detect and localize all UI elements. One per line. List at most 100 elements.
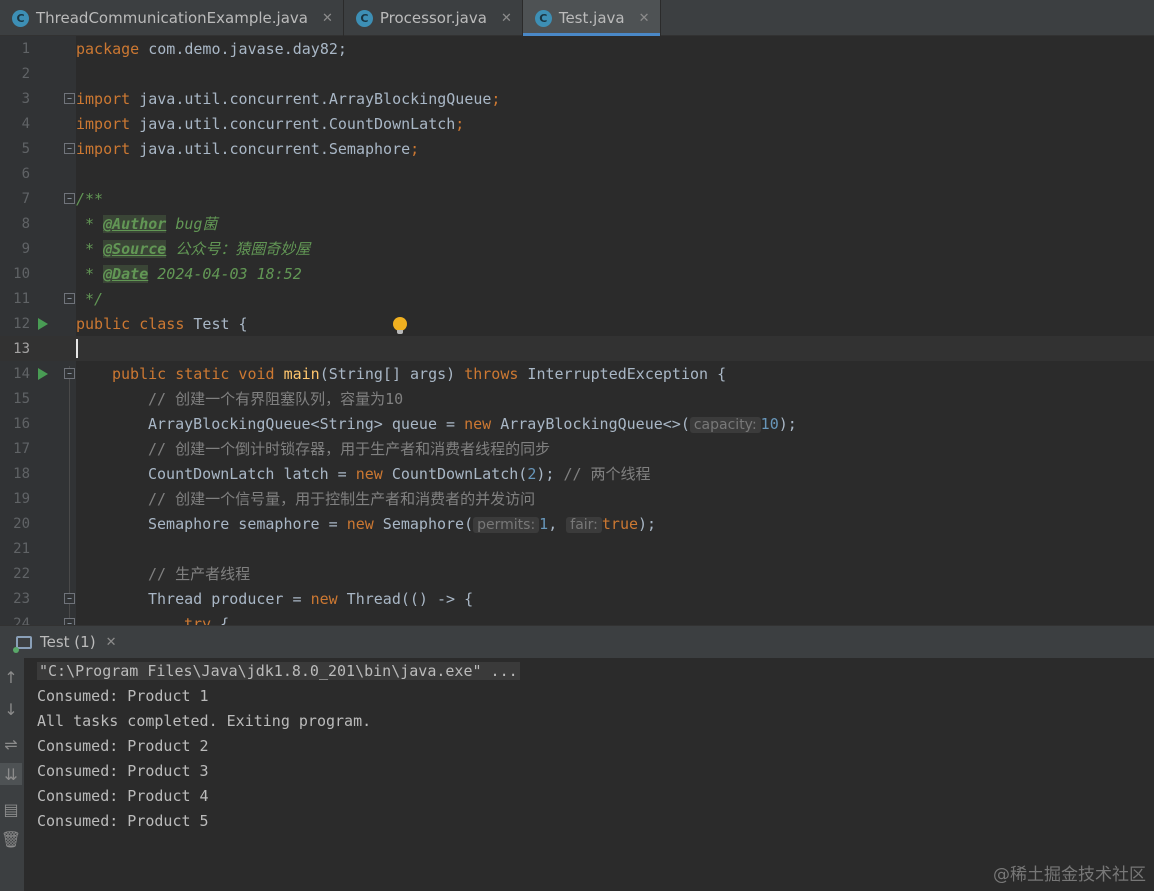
java-class-icon: C — [534, 9, 552, 27]
soft-wrap-icon[interactable]: ⇌ — [0, 733, 22, 755]
tab-threadcommunicationexample[interactable]: C ThreadCommunicationExample.java ✕ — [0, 0, 344, 36]
console-line: Consumed: Product 1 — [37, 687, 209, 705]
tab-processor[interactable]: C Processor.java ✕ — [344, 0, 523, 36]
code-text: // 创建一个信号量，用于控制生产者和消费者的并发访问 — [148, 490, 536, 508]
code-line: 11 − */ — [0, 286, 1154, 311]
line-number: 10 — [13, 265, 30, 282]
code-text: import java.util.concurrent.ArrayBlockin… — [76, 89, 501, 108]
code-text: // 生产者线程 — [148, 565, 251, 583]
trash-icon[interactable]: 🗑 — [0, 828, 22, 850]
code-line: 23 − Thread producer = new Thread(() -> … — [0, 586, 1154, 611]
scroll-to-end-icon[interactable]: ⇊ — [0, 763, 22, 785]
console-line: Consumed: Product 3 — [37, 762, 209, 780]
code-text: // 创建一个倒计时锁存器，用于生产者和消费者线程的同步 — [148, 440, 551, 458]
line-number: 20 — [13, 515, 30, 532]
close-icon[interactable]: ✕ — [322, 11, 333, 26]
run-tab-label: Test (1) — [40, 633, 96, 651]
tab-label: Processor.java — [379, 9, 487, 27]
code-line: 9 * @Source 公众号：猿圈奇妙屋 — [0, 236, 1154, 261]
fold-icon[interactable]: − — [64, 93, 75, 104]
code-text: Thread producer = new Thread(() -> { — [148, 589, 474, 608]
editor-tab-bar: C ThreadCommunicationExample.java ✕ C Pr… — [0, 0, 1154, 36]
line-number: 18 — [13, 465, 30, 482]
code-text: ArrayBlockingQueue<String> queue = new A… — [148, 414, 797, 433]
up-arrow-icon[interactable]: ↑ — [0, 666, 22, 688]
line-number: 3 — [21, 90, 30, 107]
tab-label: ThreadCommunicationExample.java — [36, 9, 308, 27]
parameter-hint: capacity: — [689, 416, 761, 433]
run-tool-header: Test (1) ✕ — [0, 626, 1154, 658]
java-class-icon: C — [12, 9, 29, 27]
parameter-hint: fair: — [566, 516, 602, 533]
close-icon[interactable]: ✕ — [106, 635, 117, 650]
code-line: 2 — [0, 61, 1154, 86]
code-line: 18 CountDownLatch latch = new CountDownL… — [0, 461, 1154, 486]
line-number: 12 — [13, 315, 30, 332]
fold-icon[interactable]: − — [64, 143, 75, 154]
run-icon[interactable] — [38, 317, 48, 330]
code-line: 17 // 创建一个倒计时锁存器，用于生产者和消费者线程的同步 — [0, 436, 1154, 461]
fold-icon[interactable]: − — [64, 193, 75, 204]
fold-icon[interactable]: − — [64, 593, 75, 604]
fold-icon[interactable]: − — [64, 368, 75, 379]
code-line: 21 — [0, 536, 1154, 561]
run-icon[interactable] — [38, 367, 48, 380]
code-text: import java.util.concurrent.Semaphore; — [76, 139, 420, 158]
line-number: 24 — [13, 615, 30, 626]
console-output[interactable]: "C:\Program Files\Java\jdk1.8.0_201\bin\… — [37, 659, 520, 834]
code-text: * @Author bug菌 — [76, 215, 218, 233]
run-tool-window: Test (1) ✕ ↑ ↓ ⇌ ⇊ ▤ 🗑 "C:\Program Files… — [0, 625, 1154, 891]
line-number: 11 — [13, 290, 30, 307]
text-caret — [76, 339, 78, 358]
console-line: Consumed: Product 4 — [37, 787, 209, 805]
code-text: Semaphore semaphore = new Semaphore(perm… — [148, 514, 657, 533]
fold-icon[interactable]: − — [64, 293, 75, 304]
line-number: 21 — [13, 540, 30, 557]
close-icon[interactable]: ✕ — [639, 11, 650, 26]
line-number: 15 — [13, 390, 30, 407]
line-number: 13 — [13, 340, 30, 357]
code-text: * @Source 公众号：猿圈奇妙屋 — [76, 240, 311, 258]
java-class-icon: C — [355, 9, 373, 27]
watermark: @稀土掘金技术社区 — [993, 865, 1146, 885]
code-text: CountDownLatch latch = new CountDownLatc… — [148, 465, 651, 483]
code-text: * @Date 2024-04-03 18:52 — [76, 264, 302, 283]
tab-label: Test.java — [558, 9, 625, 27]
code-text: public static void main(String[] args) t… — [112, 364, 727, 383]
code-line: 3 − import java.util.concurrent.ArrayBlo… — [0, 86, 1154, 111]
console-line: Consumed: Product 2 — [37, 737, 209, 755]
run-tab[interactable]: Test (1) ✕ — [13, 626, 128, 658]
console-line: Consumed: Product 5 — [37, 812, 209, 830]
code-line: 19 // 创建一个信号量，用于控制生产者和消费者的并发访问 — [0, 486, 1154, 511]
fold-icon[interactable]: − — [64, 618, 75, 625]
code-line: 10 * @Date 2024-04-03 18:52 — [0, 261, 1154, 286]
print-icon[interactable]: ▤ — [0, 798, 22, 820]
code-text: // 创建一个有界阻塞队列，容量为10 — [148, 390, 404, 408]
lightbulb-icon[interactable] — [393, 316, 407, 334]
tab-test[interactable]: C Test.java ✕ — [522, 0, 661, 36]
line-number: 1 — [21, 40, 30, 57]
line-number: 7 — [21, 190, 30, 207]
code-editor[interactable]: 1 package com.demo.javase.day82; 2 3 − i… — [0, 36, 1154, 625]
line-number: 14 — [13, 365, 30, 382]
code-line: 1 package com.demo.javase.day82; — [0, 36, 1154, 61]
line-number: 17 — [13, 440, 30, 457]
line-number: 16 — [13, 415, 30, 432]
code-line: 12 public class Test { — [0, 311, 1154, 336]
close-icon[interactable]: ✕ — [501, 11, 512, 26]
code-line: 20 Semaphore semaphore = new Semaphore(p… — [0, 511, 1154, 536]
code-line: 5 − import java.util.concurrent.Semaphor… — [0, 136, 1154, 161]
code-line: 14 − public static void main(String[] ar… — [0, 361, 1154, 386]
line-number: 19 — [13, 490, 30, 507]
down-arrow-icon[interactable]: ↓ — [0, 698, 22, 720]
code-text: package com.demo.javase.day82; — [76, 39, 347, 58]
line-number: 23 — [13, 590, 30, 607]
code-line: 6 — [0, 161, 1154, 186]
parameter-hint: permits: — [473, 516, 540, 533]
code-line: 15 // 创建一个有界阻塞队列，容量为10 — [0, 386, 1154, 411]
code-text: public class Test { — [76, 314, 248, 333]
run-console-icon — [13, 635, 32, 653]
command-line[interactable]: "C:\Program Files\Java\jdk1.8.0_201\bin\… — [37, 662, 520, 680]
run-toolbar: ↑ ↓ ⇌ ⇊ ▤ 🗑 — [0, 658, 24, 891]
code-text: /** — [76, 189, 104, 208]
